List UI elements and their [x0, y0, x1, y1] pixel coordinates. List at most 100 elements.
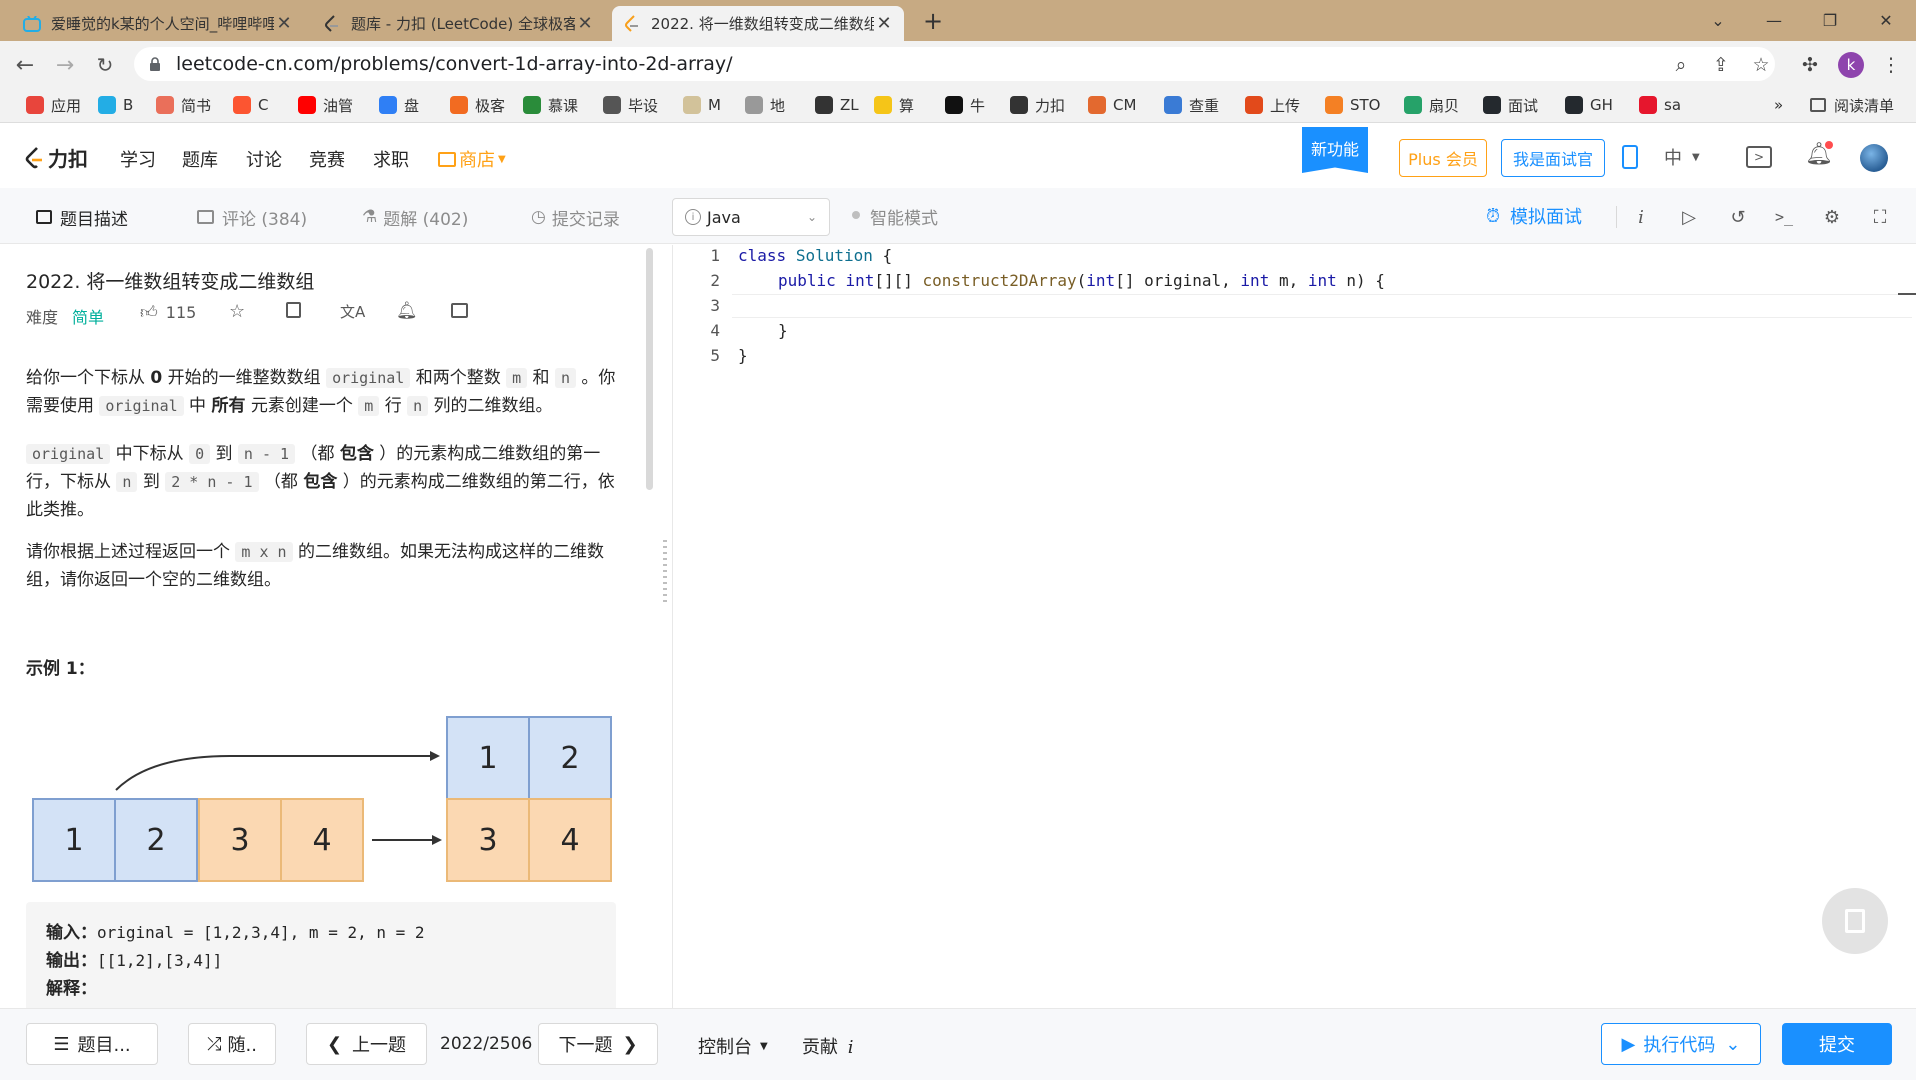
tab-label: 题解 (402) — [383, 209, 469, 230]
browser-tab-bilibili[interactable]: 爱睡觉的k某的个人空间_哔哩哔哩 ✕ — [12, 6, 304, 41]
bookmark-item[interactable]: 应用 — [26, 94, 81, 116]
interviewer-button[interactable]: 我是面试官 — [1501, 139, 1605, 177]
bookmark-item[interactable]: B — [98, 94, 133, 116]
code-line-1[interactable]: class Solution { — [738, 246, 892, 265]
reload-button[interactable]: ↻ — [90, 50, 120, 80]
mobile-app-icon[interactable] — [1622, 145, 1638, 169]
window-close-button[interactable]: ✕ — [1858, 0, 1914, 41]
bookmark-item[interactable]: 毕设 — [603, 94, 658, 116]
terminal-icon[interactable]: >_ — [1772, 205, 1796, 229]
nav-link-learn[interactable]: 学习 — [120, 146, 156, 172]
store-icon — [438, 151, 456, 167]
bookmark-star-icon[interactable]: ☆ — [1748, 52, 1774, 78]
nav-link-jobs[interactable]: 求职 — [373, 146, 409, 172]
bookmark-item[interactable]: 地 — [745, 94, 785, 116]
omnibox[interactable]: leetcode-cn.com/problems/convert-1d-arra… — [134, 47, 1775, 81]
pane-splitter-handle[interactable] — [663, 540, 667, 604]
bookmark-item[interactable]: 面试 — [1483, 94, 1538, 116]
bookmark-item[interactable]: 扇贝 — [1404, 94, 1459, 116]
bookmark-label: 应用 — [51, 96, 82, 115]
code-line-2[interactable]: public int[][] construct2DArray(int[] or… — [778, 271, 1385, 290]
code-line-4[interactable]: } — [778, 321, 788, 340]
profile-avatar[interactable]: k — [1838, 52, 1864, 78]
submit-button[interactable]: 提交 — [1782, 1023, 1892, 1065]
bookmark-item[interactable]: 牛 — [945, 94, 985, 116]
smart-mode-dot[interactable] — [852, 211, 860, 219]
nav-link-problemset[interactable]: 题库 — [182, 146, 218, 172]
restore-button[interactable]: ❐ — [1802, 0, 1858, 41]
next-problem-button[interactable]: 下一题 ❯ — [538, 1023, 658, 1065]
console-toggle[interactable]: 控制台 ▼ — [698, 1033, 768, 1059]
nav-link-contest[interactable]: 竞赛 — [309, 146, 345, 172]
prev-problem-button[interactable]: ❮ 上一题 — [306, 1023, 427, 1065]
close-icon[interactable]: ✕ — [874, 13, 894, 34]
browser-tab-problemset[interactable]: 题库 - 力扣 (LeetCode) 全球极客 ✕ — [312, 6, 605, 41]
tab-submissions[interactable]: ◷ 提交记录 — [531, 204, 620, 230]
bookmark-item[interactable]: GH — [1565, 94, 1613, 116]
zoom-icon[interactable]: ⌕ — [1668, 52, 1694, 78]
contribute-button[interactable]: 贡献 i — [802, 1033, 854, 1059]
nav-link-store[interactable]: 商店 ▼ — [438, 146, 506, 172]
bookmark-item[interactable]: 算 — [874, 94, 914, 116]
browser-menu-icon[interactable]: ⋮ — [1878, 52, 1904, 78]
language-select[interactable]: i Java ⌄ — [672, 198, 830, 236]
bookmark-item[interactable]: 力扣 — [1010, 94, 1065, 116]
info-button[interactable]: i — [1629, 205, 1653, 229]
share-icon[interactable] — [286, 302, 301, 318]
bookmark-item[interactable]: STO — [1325, 94, 1381, 116]
code-editor[interactable] — [672, 245, 1916, 1008]
chevron-left-icon: ❮ — [326, 1033, 343, 1055]
bookmark-item[interactable]: 简书 — [156, 94, 211, 116]
bookmark-item[interactable]: 盘 — [379, 94, 419, 116]
tab-search-icon[interactable]: ⌄ — [1690, 0, 1746, 41]
translate-icon[interactable]: 文A — [340, 301, 365, 322]
like-button[interactable]: 👍︎ 115 — [140, 302, 196, 323]
bookmarks-more-button[interactable]: » — [1774, 94, 1783, 116]
description-scrollbar[interactable] — [646, 248, 653, 490]
bookmark-item[interactable]: 极客 — [450, 94, 505, 116]
playground-icon[interactable]: > — [1746, 146, 1772, 168]
close-icon[interactable]: ✕ — [575, 13, 595, 34]
debug-run-icon[interactable]: ▷ — [1677, 205, 1701, 229]
code-line-5[interactable]: } — [738, 346, 748, 365]
mock-interview-button[interactable]: ⏰︎ 模拟面试 — [1486, 203, 1582, 229]
random-button[interactable]: ⤮ 随.. — [188, 1023, 276, 1065]
new-tab-button[interactable]: + — [918, 6, 948, 36]
leetcode-logo[interactable]: 力扣 — [24, 143, 88, 172]
run-code-button[interactable]: ▶ 执行代码 ⌄ — [1601, 1023, 1761, 1065]
reading-list-button[interactable]: 阅读清单 — [1810, 94, 1894, 116]
notes-button[interactable] — [1822, 888, 1888, 954]
extensions-icon[interactable]: ✣ — [1797, 52, 1823, 78]
bookmark-item[interactable]: 慕课 — [523, 94, 578, 116]
bookmark-item[interactable]: C — [233, 94, 268, 116]
smart-mode-label[interactable]: 智能模式 — [870, 204, 938, 229]
bookmark-item[interactable]: CM — [1088, 94, 1136, 116]
bookmark-item[interactable]: 查重 — [1164, 94, 1219, 116]
feedback-icon[interactable] — [451, 303, 468, 318]
fullscreen-icon[interactable]: ⛶ — [1868, 205, 1892, 229]
user-avatar[interactable] — [1860, 144, 1888, 172]
bookmark-item[interactable]: 油管 — [298, 94, 353, 116]
plus-member-button[interactable]: Plus 会员 — [1399, 139, 1487, 177]
tab-comments[interactable]: 评论 (384) — [197, 204, 307, 230]
minimize-button[interactable]: — — [1746, 0, 1802, 41]
new-feature-badge[interactable]: 新功能 — [1302, 127, 1368, 173]
problem-list-button[interactable]: ☰ 题目... — [26, 1023, 158, 1065]
bookmark-item[interactable]: ZL — [815, 94, 859, 116]
bookmark-item[interactable]: M — [683, 94, 721, 116]
forward-button[interactable]: → — [50, 50, 80, 80]
language-switch[interactable]: 中 ▼ — [1664, 144, 1700, 170]
tab-solutions[interactable]: ⚗ 题解 (402) — [362, 204, 468, 230]
browser-tab-current[interactable]: 2022. 将一维数组转变成二维数组 ✕ — [612, 6, 904, 41]
bookmark-item[interactable]: 上传 — [1245, 94, 1300, 116]
close-icon[interactable]: ✕ — [274, 13, 294, 34]
bookmark-item[interactable]: sa — [1639, 94, 1681, 116]
back-button[interactable]: ← — [10, 50, 40, 80]
reset-code-icon[interactable]: ↺ — [1726, 205, 1750, 229]
bell-icon[interactable]: 🔔︎ — [396, 301, 418, 321]
settings-icon[interactable]: ⚙ — [1820, 205, 1844, 229]
tab-description[interactable]: 题目描述 — [36, 204, 128, 230]
share-icon[interactable]: ⇪ — [1708, 52, 1734, 78]
nav-link-discuss[interactable]: 讨论 — [246, 146, 282, 172]
star-icon[interactable]: ☆ — [229, 301, 245, 322]
